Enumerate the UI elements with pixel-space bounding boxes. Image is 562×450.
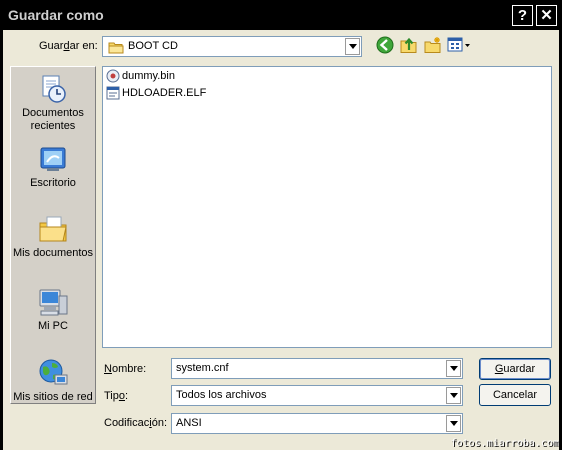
save-in-label: Guardar en: [39,40,98,52]
place-network[interactable]: Mis sitios de red [11,357,95,404]
title-bar: Guardar como ? ✕ [0,0,562,30]
places-bar: Documentos recientes Escritorio Mis docu… [10,66,96,404]
file-type-select[interactable]: Todos los archivos [171,385,463,406]
file-list[interactable]: dummy.bin HDLOADER.ELF [102,66,552,348]
save-in-value: BOOT CD [128,40,178,52]
bin-file-icon [106,69,120,83]
chevron-down-icon[interactable] [446,360,461,377]
chevron-down-icon[interactable] [345,38,360,55]
chevron-down-icon[interactable] [446,415,461,432]
desktop-icon [40,147,66,171]
encoding-value: ANSI [176,417,202,429]
recent-documents-icon [42,75,66,103]
help-button[interactable]: ? [512,5,533,26]
save-in-combo[interactable]: BOOT CD [102,36,362,57]
new-folder-icon[interactable] [424,36,442,54]
filename-field[interactable]: system.cnf [171,358,463,379]
network-places-icon [39,359,68,385]
encoding-label: Codificación: [104,417,167,429]
file-item[interactable]: HDLOADER.ELF [106,86,206,102]
place-my-documents[interactable]: Mis documentos [11,213,95,260]
name-label: Nombre: [104,363,147,375]
elf-file-icon [106,86,120,100]
filename-value: system.cnf [176,362,229,374]
back-icon[interactable] [376,36,394,54]
up-folder-icon[interactable] [400,36,418,54]
close-button[interactable]: ✕ [536,5,557,26]
my-documents-icon [39,216,67,242]
place-my-computer[interactable]: Mi PC [11,286,95,333]
dialog-body: Guardar en: BOOT CD Documentos recientes… [3,30,559,450]
type-label: Tipo: [104,390,129,402]
watermark: fotos.miarroba.com [450,438,559,449]
cancel-button[interactable]: Cancelar [479,384,551,406]
file-item[interactable]: dummy.bin [106,69,175,85]
file-type-value: Todos los archivos [176,389,267,401]
view-menu-icon[interactable] [447,36,471,54]
encoding-select[interactable]: ANSI [171,413,463,434]
save-button[interactable]: Guardar [479,358,551,380]
place-desktop[interactable]: Escritorio [11,143,95,190]
my-computer-icon [39,289,68,316]
folder-icon [108,42,124,54]
window-title: Guardar como [8,7,104,23]
chevron-down-icon[interactable] [446,387,461,404]
place-recent-documents[interactable]: Documentos recientes [11,73,95,133]
